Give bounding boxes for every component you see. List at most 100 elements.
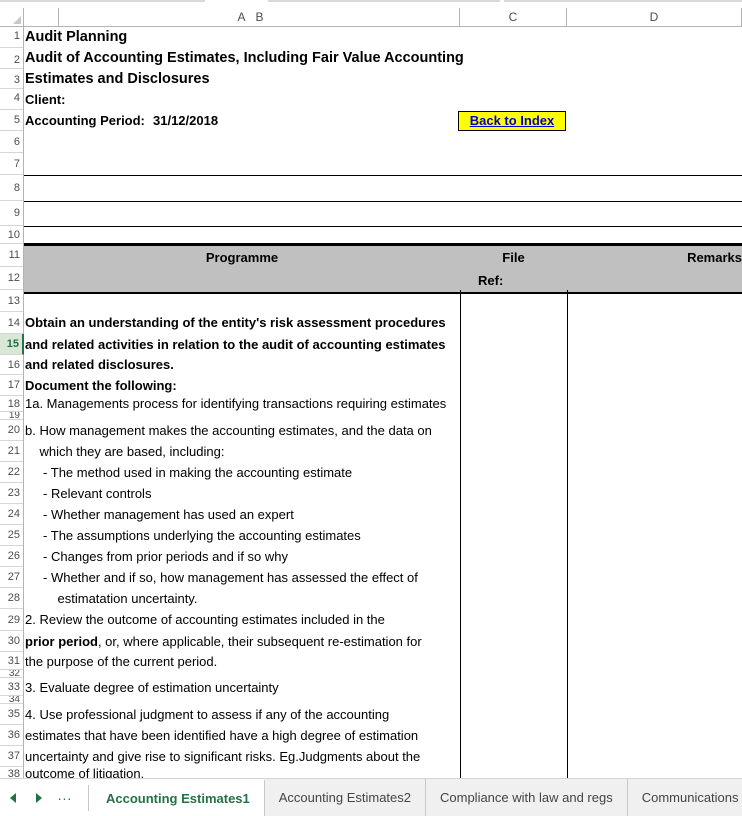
select-all-corner[interactable] bbox=[0, 8, 24, 27]
spreadsheet-grid[interactable]: A C D B 1 2 3 4 5 6 7 8 9 10 11 12 13 14… bbox=[0, 8, 742, 778]
rule-above-row8 bbox=[24, 175, 742, 176]
programme-line-row36[interactable]: estimates that have been identified have… bbox=[25, 725, 455, 746]
table-header-file-label: File bbox=[502, 250, 525, 265]
row-header-33[interactable]: 33 bbox=[0, 678, 23, 696]
sheet-tab-accounting-estimates2[interactable]: Accounting Estimates2 bbox=[264, 779, 426, 816]
sheet-tab-list[interactable]: Accounting Estimates1 Accounting Estimat… bbox=[92, 779, 742, 816]
row-header-23[interactable]: 23 bbox=[0, 483, 23, 504]
row-header-9[interactable]: 9 bbox=[0, 201, 23, 226]
programme-line-row17[interactable]: Document the following: bbox=[25, 375, 455, 396]
cell-A5-period-label[interactable]: Accounting Period: bbox=[25, 110, 165, 131]
cell-B5-period-value[interactable]: 31/12/2018 bbox=[153, 110, 283, 131]
row-header-1[interactable]: 1 bbox=[0, 27, 23, 48]
row-header-22[interactable]: 22 bbox=[0, 462, 23, 483]
table-header-remarks-cell: Remarks bbox=[567, 244, 742, 294]
table-header-remarks-label: Remarks bbox=[687, 250, 742, 265]
ribbon-edge-segment bbox=[504, 0, 742, 2]
row-header-7[interactable]: 7 bbox=[0, 153, 23, 175]
programme-line-row30[interactable]: prior period, or, where applicable, thei… bbox=[25, 631, 465, 652]
row-header-13[interactable]: 13 bbox=[0, 290, 23, 312]
programme-row30-bold-part: prior period bbox=[25, 634, 98, 649]
row-header-5[interactable]: 5 bbox=[0, 110, 23, 131]
sheet-tab-communications[interactable]: Communications bbox=[627, 779, 742, 816]
ribbon-edge-segment bbox=[268, 0, 500, 2]
row-header-24[interactable]: 24 bbox=[0, 504, 23, 525]
programme-line-row18[interactable]: 1a. Managements process for identifying … bbox=[25, 394, 455, 414]
programme-line-row22[interactable]: - The method used in making the accounti… bbox=[25, 462, 455, 483]
next-sheet-arrow-icon[interactable] bbox=[26, 785, 52, 811]
row-header-31[interactable]: 31 bbox=[0, 652, 23, 670]
row-header-36[interactable]: 36 bbox=[0, 725, 23, 746]
table-header-ref-label: Ref: bbox=[478, 273, 504, 288]
previous-sheet-arrow-icon[interactable] bbox=[0, 785, 26, 811]
programme-line-row26[interactable]: - Changes from prior periods and if so w… bbox=[25, 546, 455, 567]
row-header-29[interactable]: 29 bbox=[0, 609, 23, 631]
column-header-D[interactable]: D bbox=[567, 8, 742, 27]
row-header-2[interactable]: 2 bbox=[0, 48, 23, 69]
row-header-38[interactable]: 38 bbox=[0, 767, 23, 778]
row-header-28[interactable]: 28 bbox=[0, 588, 23, 609]
row-header-16[interactable]: 16 bbox=[0, 355, 23, 375]
programme-line-row31[interactable]: the purpose of the current period. bbox=[25, 652, 455, 672]
cell-A2-title[interactable]: Audit of Accounting Estimates, Including… bbox=[25, 48, 645, 69]
row-header-30[interactable]: 30 bbox=[0, 631, 23, 652]
rule-above-row9 bbox=[24, 201, 742, 202]
row-header-32[interactable]: 32 bbox=[0, 670, 23, 678]
sheet-tab-accounting-estimates1[interactable]: Accounting Estimates1 bbox=[92, 779, 265, 816]
programme-line-row35[interactable]: 4. Use professional judgment to assess i… bbox=[25, 704, 455, 725]
left-triangle-icon bbox=[10, 792, 16, 803]
programme-line-row14[interactable]: Obtain an understanding of the entity's … bbox=[25, 312, 455, 334]
row-header-15[interactable]: 15 bbox=[0, 334, 24, 355]
rule-above-row10 bbox=[24, 226, 742, 227]
row-header-12[interactable]: 12 bbox=[0, 267, 23, 290]
row-header-14[interactable]: 14 bbox=[0, 312, 23, 334]
programme-line-row23[interactable]: - Relevant controls bbox=[25, 483, 455, 504]
programme-line-row37[interactable]: uncertainty and give rise to significant… bbox=[25, 746, 455, 767]
programme-line-row33[interactable]: 3. Evaluate degree of estimation uncerta… bbox=[25, 678, 455, 698]
more-sheets-ellipsis-icon[interactable]: ... bbox=[52, 782, 78, 814]
sheet-tab-compliance-with-law-and-regs[interactable]: Compliance with law and regs bbox=[426, 779, 628, 816]
row-header-37[interactable]: 37 bbox=[0, 746, 23, 767]
row-header-11[interactable]: 11 bbox=[0, 244, 23, 267]
row-header-17[interactable]: 17 bbox=[0, 375, 23, 396]
row-header-26[interactable]: 26 bbox=[0, 546, 23, 567]
sheet-tab-bar[interactable]: ... Accounting Estimates1 Accounting Est… bbox=[0, 778, 742, 816]
programme-line-row28[interactable]: estimatation uncertainty. bbox=[25, 588, 455, 609]
column-rule-fileref-remarks bbox=[567, 290, 568, 778]
table-header-programme-cell: Programme bbox=[24, 244, 461, 294]
programme-line-row16[interactable]: and related disclosures. bbox=[25, 355, 455, 375]
sheet-nav-buttons[interactable]: ... bbox=[0, 779, 78, 816]
row-header-10[interactable]: 10 bbox=[0, 226, 23, 244]
programme-line-row29[interactable]: 2. Review the outcome of accounting esti… bbox=[25, 609, 455, 631]
programme-line-row38[interactable]: outcome of litigation. bbox=[25, 767, 455, 778]
column-header-C[interactable]: C bbox=[460, 8, 567, 27]
column-divider-A-B[interactable] bbox=[58, 8, 59, 27]
column-header-B[interactable]: B bbox=[59, 8, 460, 27]
cell-area[interactable]: Audit Planning Audit of Accounting Estim… bbox=[24, 27, 742, 778]
cell-A4-client-label[interactable]: Client: bbox=[25, 89, 325, 110]
row-header-35[interactable]: 35 bbox=[0, 704, 23, 725]
column-rule-programme-fileref bbox=[460, 290, 461, 778]
row-header-19[interactable]: 19 bbox=[0, 412, 23, 420]
programme-line-row24[interactable]: - Whether management has used an expert bbox=[25, 504, 455, 525]
cell-A1-title[interactable]: Audit Planning bbox=[25, 27, 645, 48]
row-header-18[interactable]: 18 bbox=[0, 396, 23, 412]
row-header-3[interactable]: 3 bbox=[0, 69, 23, 89]
tab-nav-divider bbox=[88, 785, 89, 811]
row-header-25[interactable]: 25 bbox=[0, 525, 23, 546]
programme-line-row27[interactable]: - Whether and if so, how management has … bbox=[25, 567, 455, 588]
row-header-21[interactable]: 21 bbox=[0, 441, 23, 462]
cell-A3-title[interactable]: Estimates and Disclosures bbox=[25, 69, 645, 89]
row-header-8[interactable]: 8 bbox=[0, 175, 23, 201]
programme-line-row25[interactable]: - The assumptions underlying the account… bbox=[25, 525, 455, 546]
programme-line-row21[interactable]: which they are based, including: bbox=[25, 441, 455, 462]
row-header-27[interactable]: 27 bbox=[0, 567, 23, 588]
programme-line-row15[interactable]: and related activities in relation to th… bbox=[25, 334, 455, 355]
programme-line-row20[interactable]: b. How management makes the accounting e… bbox=[25, 420, 455, 441]
row-header-4[interactable]: 4 bbox=[0, 89, 23, 110]
ribbon-bottom-edge bbox=[0, 0, 742, 8]
row-header-20[interactable]: 20 bbox=[0, 420, 23, 441]
row-header-6[interactable]: 6 bbox=[0, 131, 23, 153]
row-header-34[interactable]: 34 bbox=[0, 696, 23, 704]
back-to-index-link[interactable]: Back to Index bbox=[458, 111, 566, 131]
